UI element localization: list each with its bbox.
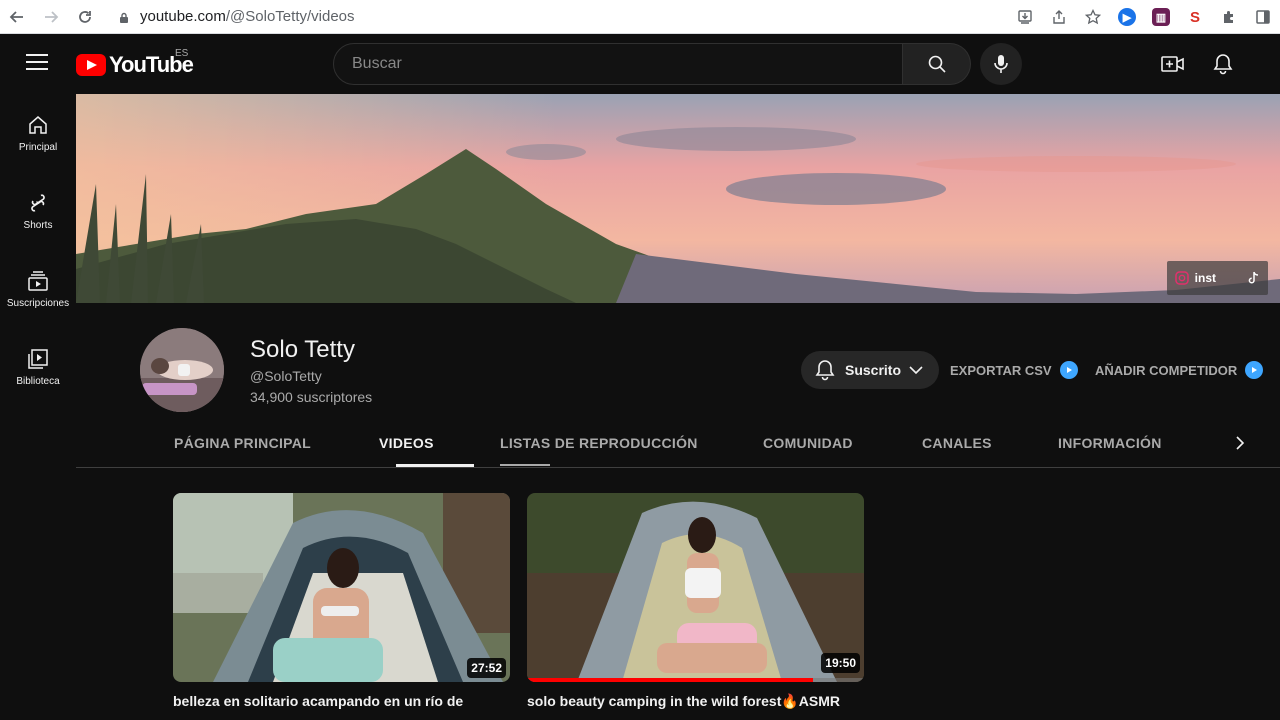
tab-comunidad[interactable]: COMUNIDAD — [763, 418, 853, 468]
shorts-icon — [31, 193, 45, 212]
back-icon[interactable] — [0, 0, 34, 34]
home-icon — [29, 115, 47, 134]
youtube-play-icon — [76, 54, 106, 76]
tabs-next-button[interactable] — [1228, 431, 1252, 455]
banner-social-links[interactable]: inst — [1166, 261, 1268, 295]
subscriptions-icon — [28, 270, 48, 291]
url-host: youtube.com — [140, 8, 226, 25]
hover-tab-indicator — [500, 464, 550, 466]
thumbnail-image — [527, 493, 864, 682]
masthead: YouTube ES Buscar — [0, 35, 1280, 94]
guide-label: Shorts — [23, 219, 53, 231]
library-icon — [28, 348, 48, 369]
subscriber-count: 34,900 suscriptores — [250, 389, 373, 405]
address-bar[interactable]: youtube.com/@SoloTetty/videos — [140, 8, 355, 25]
bookmark-star-icon[interactable] — [1076, 0, 1110, 34]
search-button[interactable] — [903, 43, 971, 85]
lock-icon[interactable] — [118, 11, 130, 23]
video-duration: 27:52 — [467, 658, 506, 678]
voice-search-button[interactable] — [980, 43, 1022, 85]
guide-label: Biblioteca — [16, 375, 60, 387]
guide-item-shorts[interactable]: Shorts — [0, 172, 76, 250]
install-icon[interactable] — [1008, 0, 1042, 34]
search-placeholder: Buscar — [352, 55, 402, 72]
create-icon — [1161, 56, 1184, 72]
video-card[interactable]: 27:52 belleza en solitario acampando en … — [173, 493, 510, 709]
export-csv-label: EXPORTAR CSV — [950, 362, 1052, 378]
search-input[interactable]: Buscar — [333, 43, 903, 85]
video-thumbnail[interactable]: 27:52 — [173, 493, 510, 682]
video-thumbnail[interactable]: 19:50 — [527, 493, 864, 682]
notifications-button[interactable] — [1198, 43, 1248, 85]
youtube-logo[interactable]: YouTube ES — [76, 48, 194, 78]
reload-icon[interactable] — [68, 0, 102, 34]
region-code: ES — [175, 48, 189, 59]
guide-item-principal[interactable]: Principal — [0, 94, 76, 172]
side-guide: Principal Shorts Suscripciones Bibliotec… — [0, 94, 76, 720]
guide-label: Principal — [18, 141, 58, 153]
guide-item-suscripciones[interactable]: Suscripciones — [0, 250, 76, 328]
thumbnail-image — [173, 493, 510, 682]
instagram-icon — [1174, 271, 1189, 285]
tab-listas-de-reproduccion[interactable]: LISTAS DE REPRODUCCIÓN — [500, 418, 698, 468]
share-icon[interactable] — [1042, 0, 1076, 34]
microphone-icon — [994, 55, 1008, 73]
subscribed-label: Suscrito — [845, 362, 902, 378]
search-icon — [928, 55, 946, 73]
menu-icon[interactable] — [26, 54, 48, 74]
guide-label: Suscripciones — [6, 297, 70, 309]
subscribed-button[interactable]: Suscrito — [801, 351, 939, 389]
tab-pagina-principal[interactable]: PÁGINA PRINCIPAL — [174, 418, 311, 468]
channel-avatar[interactable] — [140, 328, 224, 412]
add-competitor-button[interactable]: AÑADIR COMPETIDOR — [1095, 360, 1264, 380]
channel-name: Solo Tetty — [250, 336, 355, 363]
add-competitor-label: AÑADIR COMPETIDOR — [1095, 362, 1238, 378]
tab-canales[interactable]: CANALES — [922, 418, 992, 468]
bell-icon — [815, 360, 835, 381]
video-title[interactable]: solo beauty camping in the wild forest🔥A… — [527, 693, 864, 710]
video-card[interactable]: 19:50 solo beauty camping in the wild fo… — [527, 493, 864, 710]
tab-videos[interactable]: VIDEOS — [379, 418, 434, 468]
chevron-down-icon — [909, 366, 923, 375]
browser-toolbar: youtube.com/@SoloTetty/videos ▶ ▥ S — [0, 0, 1280, 34]
extension-blue-icon[interactable]: ▶ — [1110, 0, 1144, 34]
forward-icon[interactable] — [34, 0, 68, 34]
active-tab-indicator — [396, 464, 474, 467]
guide-item-biblioteca[interactable]: Biblioteca — [0, 328, 76, 406]
url-path: /@SoloTetty/videos — [225, 8, 355, 25]
tiktok-icon — [1248, 271, 1259, 284]
extension-red-s-icon[interactable]: S — [1178, 0, 1212, 34]
avatar-image — [140, 328, 224, 412]
video-duration: 19:50 — [821, 653, 860, 673]
banner-landscape-image — [76, 94, 1280, 303]
channel-tabs: PÁGINA PRINCIPAL VIDEOS LISTAS DE REPROD… — [76, 418, 1280, 468]
extensions-puzzle-icon[interactable] — [1212, 0, 1246, 34]
extension-logo-icon — [1245, 361, 1264, 379]
tab-informacion[interactable]: INFORMACIÓN — [1058, 418, 1162, 468]
channel-banner: inst — [76, 94, 1280, 303]
search-bar: Buscar — [333, 43, 971, 85]
bell-icon — [1213, 54, 1233, 75]
banner-link-label: inst — [1194, 271, 1216, 285]
channel-handle: @SoloTetty — [250, 368, 322, 384]
extension-purple-icon[interactable]: ▥ — [1144, 0, 1178, 34]
create-video-button[interactable] — [1148, 43, 1198, 85]
watch-progress-bar — [527, 678, 814, 682]
chevron-right-icon — [1236, 436, 1245, 450]
side-panel-icon[interactable] — [1246, 0, 1280, 34]
extension-logo-icon — [1059, 361, 1078, 379]
video-title[interactable]: belleza en solitario acampando en un río… — [173, 693, 510, 709]
export-csv-button[interactable]: EXPORTAR CSV — [950, 360, 1078, 380]
